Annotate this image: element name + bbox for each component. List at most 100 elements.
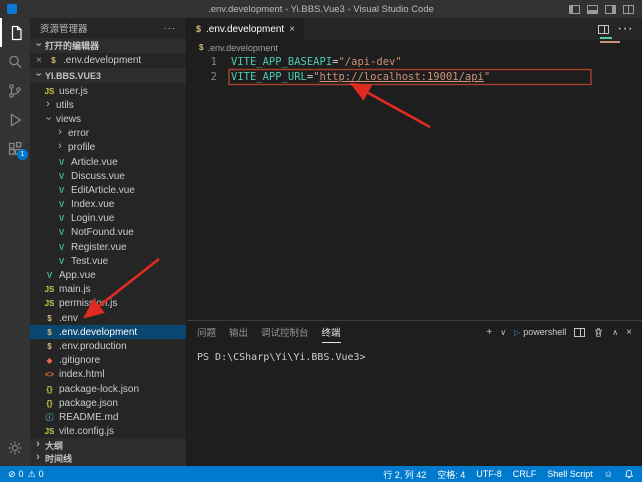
tree-item-label: index.html [59, 369, 105, 380]
status-bar: ⊘ 0 ⚠ 0 行 2, 列 42 空格: 4 UTF-8 CRLF Shell… [0, 466, 642, 482]
js-file-icon: JS [44, 299, 55, 308]
md-file-icon: ⓘ [44, 412, 55, 423]
tree-item-main.js[interactable]: JSmain.js [30, 283, 186, 297]
minimap[interactable] [600, 37, 628, 43]
indentation[interactable]: 空格: 4 [437, 468, 465, 481]
cursor-position[interactable]: 行 2, 列 42 [383, 468, 426, 481]
tree-item-.env[interactable]: $.env [30, 311, 186, 325]
tree-item-.env.development[interactable]: $.env.development [30, 325, 186, 339]
tree-item-label: views [56, 114, 81, 125]
tree-item-NotFound.vue[interactable]: VNotFound.vue [30, 226, 186, 240]
tree-item-package-lock.json[interactable]: {}package-lock.json [30, 382, 186, 396]
panel-tab-输出[interactable]: 输出 [229, 321, 248, 343]
encoding[interactable]: UTF-8 [476, 469, 502, 479]
maximize-panel-icon[interactable]: ∧ [612, 328, 618, 337]
timeline-section[interactable]: › 时间线 [30, 451, 186, 466]
code-area[interactable]: 1VITE_APP_BASEAPI="/api-dev"2VITE_APP_UR… [187, 55, 642, 320]
tree-item-Login.vue[interactable]: VLogin.vue [30, 212, 186, 226]
error-icon: ⊘ [8, 469, 16, 480]
tree-item-label: Article.vue [71, 157, 118, 168]
code-token: VITE_APP_URL [231, 70, 307, 85]
problems-warnings[interactable]: ⚠ 0 [28, 469, 44, 480]
close-icon[interactable]: × [36, 55, 44, 66]
tree-item-profile[interactable]: ›profile [30, 141, 186, 155]
env-file-icon: $ [48, 56, 59, 65]
eol-sequence[interactable]: CRLF [513, 469, 537, 479]
notifications-bell-icon[interactable] [624, 469, 634, 479]
split-terminal-icon[interactable] [574, 328, 585, 337]
tree-item-.gitignore[interactable]: ◆.gitignore [30, 354, 186, 368]
env-file-icon: $ [44, 342, 55, 351]
tree-item-label: Register.vue [71, 242, 127, 253]
tree-item-Test.vue[interactable]: VTest.vue [30, 254, 186, 268]
tree-item-Article.vue[interactable]: VArticle.vue [30, 155, 186, 169]
project-root-header[interactable]: › YI.BBS.VUE3 [30, 68, 186, 83]
close-panel-icon[interactable]: × [626, 327, 632, 338]
tree-item-.env.production[interactable]: $.env.production [30, 339, 186, 353]
more-actions-icon[interactable]: ··· [164, 23, 177, 34]
panel-tabs: 问题输出调试控制台终端 [197, 321, 354, 343]
terminal-shell-selector[interactable]: ▷ powershell [514, 327, 566, 337]
window-title: .env.development - Yi.BBS.Vue3 - Visual … [0, 4, 642, 15]
tree-item-views[interactable]: ›views [30, 112, 186, 126]
open-editor-item[interactable]: × $ .env.development [30, 53, 186, 68]
editor-tab-bar: $ .env.development × ··· [187, 18, 642, 40]
tree-item-Register.vue[interactable]: VRegister.vue [30, 240, 186, 254]
panel-tab-调试控制台[interactable]: 调试控制台 [261, 321, 309, 343]
source-control-icon[interactable] [0, 76, 30, 105]
tree-item-error[interactable]: ›error [30, 127, 186, 141]
close-tab-icon[interactable]: × [289, 24, 295, 35]
chevron-right-icon: › [56, 127, 64, 138]
tree-item-Discuss.vue[interactable]: VDiscuss.vue [30, 169, 186, 183]
tree-item-package.json[interactable]: {}package.json [30, 396, 186, 410]
vue-file-icon: V [56, 200, 67, 209]
editor-more-actions-icon[interactable]: ··· [617, 20, 633, 38]
tree-item-label: user.js [59, 86, 88, 97]
tree-item-utils[interactable]: ›utils [30, 98, 186, 112]
vue-file-icon: V [44, 271, 55, 280]
tree-item-user.js[interactable]: JS user.js [30, 84, 186, 98]
html-file-icon: <> [44, 370, 55, 379]
explorer-sidebar: 资源管理器 ··· › 打开的编辑器 × $ .env.development … [30, 18, 187, 466]
js-file-icon: JS [44, 87, 55, 96]
terminal-dropdown-icon[interactable]: ∨ [500, 328, 506, 337]
panel-tab-终端[interactable]: 终端 [322, 321, 341, 343]
tree-item-label: EditArticle.vue [71, 185, 135, 196]
title-bar: .env.development - Yi.BBS.Vue3 - Visual … [0, 0, 642, 18]
tree-item-vite.config.js[interactable]: JSvite.config.js [30, 425, 186, 439]
code-line-2[interactable]: 2VITE_APP_URL="http://localhost:19001/ap… [187, 70, 642, 85]
kill-terminal-trash-icon[interactable] [593, 327, 604, 338]
customize-layout-icon[interactable] [623, 5, 634, 14]
vue-file-icon: V [56, 172, 67, 181]
split-editor-icon[interactable] [598, 25, 609, 34]
toggle-secondary-sidebar-icon[interactable] [605, 5, 616, 14]
new-terminal-icon[interactable]: + [486, 327, 492, 338]
chevron-right-icon: › [56, 141, 64, 152]
tree-item-index.html[interactable]: <> index.html [30, 368, 186, 382]
tree-item-README.md[interactable]: ⓘ README.md [30, 410, 186, 424]
search-icon[interactable] [0, 47, 30, 76]
problems-errors[interactable]: ⊘ 0 [8, 469, 24, 480]
toggle-panel-icon[interactable] [587, 5, 598, 14]
breadcrumb[interactable]: $ .env.development [187, 40, 642, 55]
settings-gear-icon[interactable] [0, 433, 30, 462]
run-debug-icon[interactable] [0, 105, 30, 134]
code-line-1[interactable]: 1VITE_APP_BASEAPI="/api-dev" [187, 55, 642, 70]
panel-tab-问题[interactable]: 问题 [197, 321, 216, 343]
tree-item-EditArticle.vue[interactable]: VEditArticle.vue [30, 183, 186, 197]
toggle-sidebar-icon[interactable] [569, 5, 580, 14]
tab-env-development[interactable]: $ .env.development × [187, 18, 304, 40]
extensions-icon[interactable]: 1 [0, 134, 30, 163]
tab-label: .env.development [206, 24, 284, 35]
tree-item-App.vue[interactable]: VApp.vue [30, 268, 186, 282]
open-editors-header[interactable]: › 打开的编辑器 [30, 38, 186, 53]
tree-item-label: README.md [59, 412, 118, 423]
explorer-icon[interactable] [0, 18, 30, 47]
tree-item-label: permission.js [59, 298, 117, 309]
language-mode[interactable]: Shell Script [547, 469, 593, 479]
tree-item-permission.js[interactable]: JS permission.js [30, 297, 186, 311]
tree-item-Index.vue[interactable]: VIndex.vue [30, 198, 186, 212]
terminal-output[interactable]: PS D:\CSharp\Yi\Yi.BBS.Vue3> [187, 343, 642, 363]
chevron-down-icon: › [33, 71, 44, 79]
feedback-smiley-icon[interactable]: ☺ [604, 469, 613, 479]
